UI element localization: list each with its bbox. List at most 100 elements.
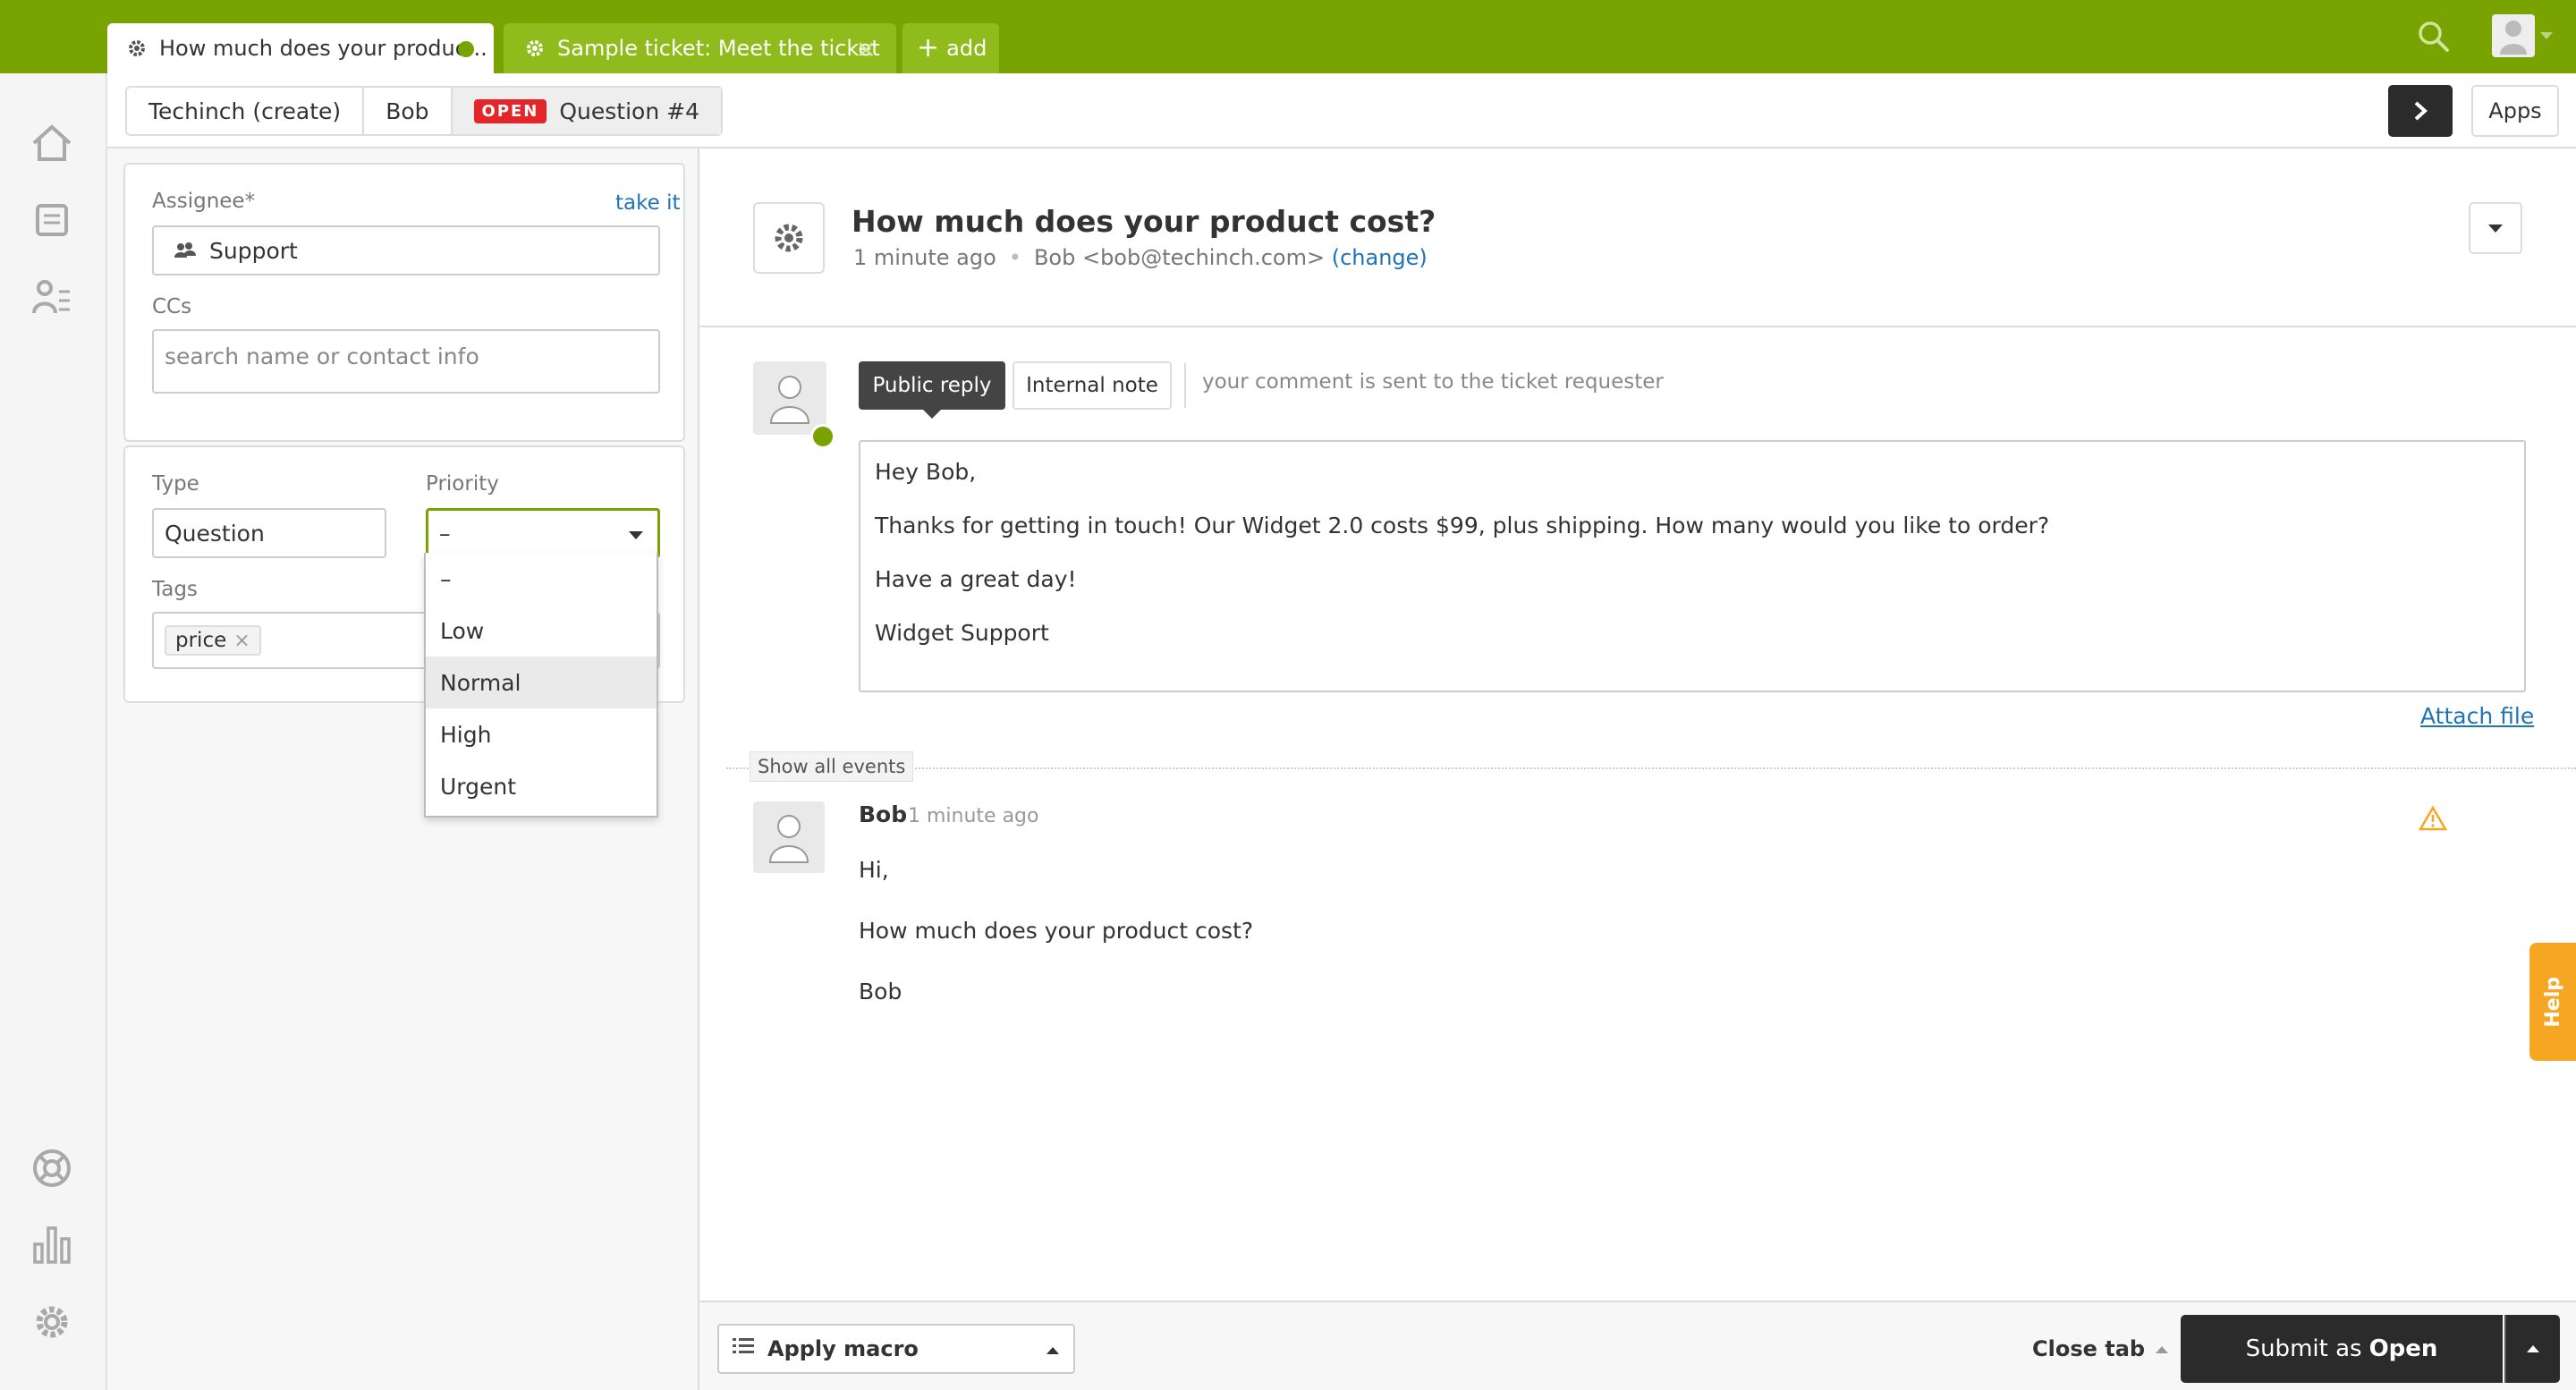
customers-icon[interactable] (27, 272, 77, 322)
ticket-title: How much does your product cost? (852, 204, 1436, 239)
breadcrumb-organization[interactable]: Techinch (create) (127, 88, 365, 134)
ticket-requester: Bob <bob@techinch.com> (1033, 245, 1326, 270)
events-divider (726, 767, 2576, 769)
message-author: Bob (859, 801, 908, 827)
assignee-box: Assignee* take it Support CCs search nam… (123, 163, 685, 442)
group-icon (174, 242, 197, 259)
apply-macro-button[interactable]: Apply macro (717, 1324, 1075, 1374)
chevron-down-icon (629, 531, 643, 539)
change-requester-link[interactable]: (change) (1332, 245, 1428, 270)
priority-option-urgent[interactable]: Urgent (426, 760, 657, 812)
admin-gear-icon[interactable] (27, 1297, 77, 1347)
ticket-meta: 1 minute ago • Bob <bob@techinch.com> (cha… (853, 245, 1428, 270)
close-tab-label: Close tab (2032, 1336, 2146, 1361)
ticket-options-button[interactable] (2469, 202, 2522, 254)
play-button[interactable] (2388, 85, 2453, 137)
type-value: Question (165, 520, 265, 547)
public-reply-button[interactable]: Public reply (859, 361, 1005, 419)
bottom-bar: Apply macro Close tab Submit as Open (699, 1301, 2576, 1390)
tags-label: Tags (152, 578, 198, 601)
divider (1184, 363, 1186, 408)
breadcrumb-requester-label: Bob (386, 97, 429, 124)
views-icon[interactable] (27, 195, 77, 245)
message-line: Hi, (859, 857, 889, 883)
chevron-up-icon (1046, 1347, 1059, 1354)
tab-sample-ticket[interactable]: Sample ticket: Meet the ticket × (504, 23, 896, 73)
editor-line: Have a great day! (875, 566, 1077, 592)
type-label: Type (152, 472, 199, 496)
submit-options-button[interactable] (2504, 1315, 2560, 1383)
top-bar: How much does your produc... Sample tick… (0, 0, 2576, 73)
chevron-up-icon (2527, 1345, 2539, 1352)
ccs-label: CCs (152, 295, 192, 318)
user-avatar[interactable] (2492, 14, 2535, 57)
tab-ticket-4[interactable]: How much does your produc... (107, 23, 494, 73)
submit-prefix: Submit as (2245, 1335, 2362, 1362)
plus-icon: + (917, 32, 940, 64)
type-select[interactable]: Question (152, 508, 386, 558)
home-icon[interactable] (27, 118, 77, 168)
search-icon[interactable] (2417, 20, 2451, 54)
assignee-field[interactable]: Support (152, 225, 660, 275)
priority-value: – (439, 520, 451, 547)
help-widget-tab[interactable]: Help (2529, 943, 2576, 1061)
chevron-down-icon[interactable] (2540, 32, 2553, 39)
gear-icon (125, 37, 148, 60)
editor-line: Thanks for getting in touch! Our Widget … (875, 513, 2050, 538)
add-label: add (946, 36, 987, 61)
online-dot (458, 41, 474, 57)
tab-label: How much does your produc... (159, 36, 487, 61)
message-line: How much does your product cost? (859, 918, 1254, 944)
ccs-input[interactable]: search name or contact info (152, 329, 660, 394)
comment-editor[interactable]: Hey Bob, Thanks for getting in touch! Ou… (859, 440, 2526, 692)
close-icon[interactable]: × (856, 34, 877, 64)
breadcrumb-requester[interactable]: Bob (364, 88, 453, 134)
breadcrumb-bar: Techinch (create) Bob OPEN Question #4 A… (107, 73, 2576, 148)
breadcrumb: Techinch (create) Bob OPEN Question #4 (125, 86, 723, 136)
agent-online-icon (810, 424, 835, 449)
editor-line: Hey Bob, (875, 459, 977, 485)
internal-note-button[interactable]: Internal note (1013, 361, 1172, 410)
ticket-time: 1 minute ago (853, 245, 996, 270)
priority-select[interactable]: – (426, 508, 660, 558)
take-it-link[interactable]: take it (615, 191, 680, 215)
tag-chip: price × (165, 625, 261, 656)
assignee-value: Support (209, 237, 298, 264)
tag-remove-icon[interactable]: × (233, 630, 250, 652)
editor-line: Widget Support (875, 620, 1049, 646)
priority-dropdown: – Low Normal High Urgent (424, 553, 658, 818)
ticket-gear-icon (753, 202, 825, 274)
list-icon (732, 1336, 755, 1361)
separator-dot: • (1008, 245, 1021, 270)
message-time: 1 minute ago (908, 805, 1039, 827)
tab-label: Sample ticket: Meet the ticket (557, 36, 880, 61)
show-all-events-button[interactable]: Show all events (750, 751, 914, 782)
warning-icon[interactable] (2418, 805, 2448, 832)
submit-button[interactable]: Submit as Open (2181, 1315, 2503, 1383)
reporting-icon[interactable] (27, 1220, 77, 1270)
left-nav (0, 73, 107, 1390)
priority-option-high[interactable]: High (426, 708, 657, 760)
breadcrumb-ticket[interactable]: OPEN Question #4 (452, 88, 721, 134)
agent-avatar (753, 361, 826, 435)
ticket-main: How much does your product cost? 1 minut… (699, 148, 2576, 1390)
close-tab-button[interactable]: Close tab (2032, 1336, 2169, 1361)
priority-option-none[interactable]: – (426, 553, 657, 605)
breadcrumb-ticket-label: Question #4 (559, 97, 699, 124)
requester-avatar (753, 801, 825, 873)
priority-option-low[interactable]: Low (426, 605, 657, 657)
attach-file-link[interactable]: Attach file (2420, 703, 2534, 729)
help-label: Help (2541, 976, 2564, 1028)
status-badge: OPEN (473, 98, 547, 123)
header-divider (699, 326, 2576, 327)
gear-icon (523, 37, 547, 60)
submit-status: Open (2368, 1335, 2438, 1362)
help-center-icon[interactable] (27, 1143, 77, 1193)
apply-macro-label: Apply macro (767, 1336, 919, 1361)
chevron-down-icon (2488, 224, 2503, 233)
apps-button[interactable]: Apps (2471, 85, 2559, 137)
priority-option-normal[interactable]: Normal (426, 657, 657, 708)
add-tab-button[interactable]: + add (902, 23, 999, 73)
tag-label: price (175, 629, 227, 652)
chevron-up-icon (2156, 1346, 2169, 1353)
